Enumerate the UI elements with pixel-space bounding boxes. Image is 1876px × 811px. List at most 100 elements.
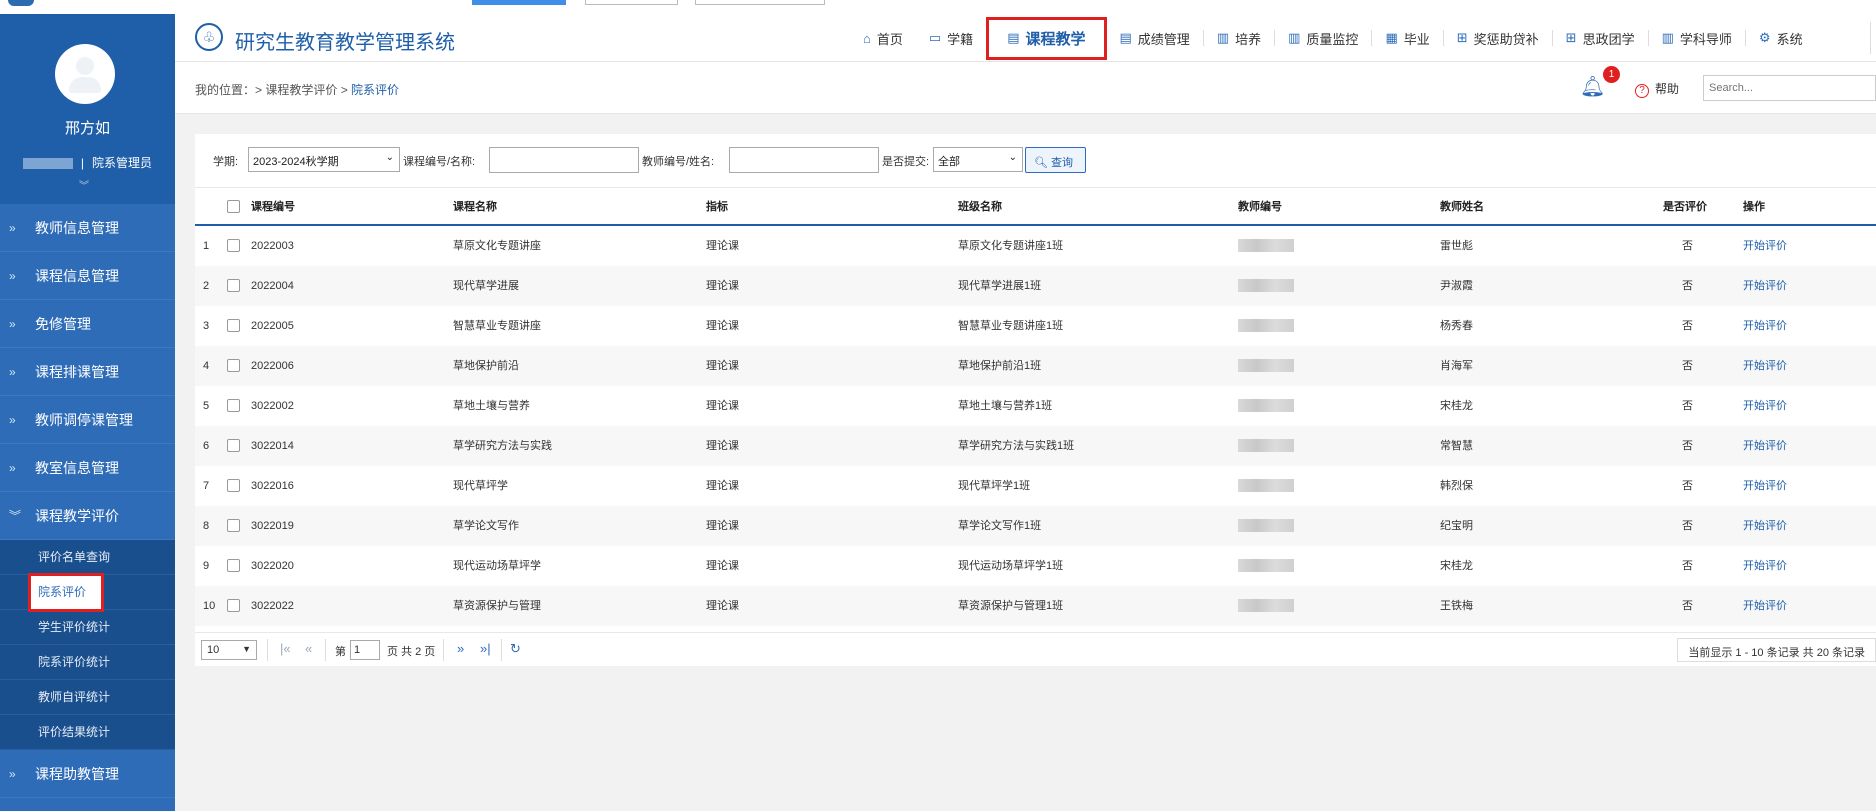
nav-home[interactable]: ⌂ 首页 bbox=[850, 14, 916, 62]
sidebar-item-exemption[interactable]: » 免修管理 bbox=[0, 300, 175, 348]
row-number: 1 bbox=[203, 240, 210, 252]
nav-system[interactable]: ⚙ 系统 bbox=[1746, 14, 1816, 62]
start-evaluation-link[interactable]: 开始评价 bbox=[1743, 306, 1787, 346]
sidebar-item-classroom[interactable]: » 教室信息管理 bbox=[0, 444, 175, 492]
page-size-select[interactable]: 10 ▼ bbox=[201, 640, 257, 660]
grid-icon: ⊞ bbox=[1456, 30, 1468, 45]
cell-class: 现代运动场草坪学1班 bbox=[958, 560, 1064, 572]
cell-class: 草学论文写作1班 bbox=[958, 520, 1042, 532]
user-role-line: | 院系管理员 bbox=[0, 154, 175, 171]
sidebar-item-class-adjust[interactable]: » 教师调停课管理 bbox=[0, 396, 175, 444]
course-input[interactable] bbox=[489, 147, 639, 173]
start-evaluation-link[interactable]: 开始评价 bbox=[1743, 226, 1787, 266]
redacted-teacher-id bbox=[1238, 439, 1294, 452]
start-evaluation-link[interactable]: 开始评价 bbox=[1743, 266, 1787, 306]
submenu-item-department-stats[interactable]: 院系评价统计 bbox=[0, 645, 175, 680]
query-button[interactable]: 🔍︎ 查询 bbox=[1025, 147, 1086, 173]
course-table: 课程编号 课程名称 指标 班级名称 教师编号 教师姓名 是否评价 操作 1 202… bbox=[195, 188, 1876, 626]
cell-class: 智慧草业专题讲座1班 bbox=[958, 320, 1064, 332]
next-page-icon[interactable]: » bbox=[457, 641, 464, 656]
cell-name: 现代草学进展 bbox=[453, 280, 519, 292]
cell-class: 草地土壤与营养1班 bbox=[958, 400, 1053, 412]
cell-code: 3022019 bbox=[251, 520, 294, 532]
nav-supervisors[interactable]: ▥ 学科导师 bbox=[1649, 14, 1745, 62]
term-select[interactable]: 2023-2024秋学期 ⌄ bbox=[248, 147, 400, 172]
row-checkbox[interactable] bbox=[227, 359, 240, 372]
bell-icon[interactable]: 🔔︎ bbox=[1580, 74, 1606, 100]
cell-code: 3022014 bbox=[251, 440, 294, 452]
cell-class: 现代草学进展1班 bbox=[958, 280, 1042, 292]
cell-code: 3022022 bbox=[251, 600, 294, 612]
cell-name: 草原文化专题讲座 bbox=[453, 240, 541, 252]
sidebar-item-teaching-assistant[interactable]: » 课程助教管理 bbox=[0, 750, 175, 798]
submenu-item-student-stats[interactable]: 学生评价统计 bbox=[0, 610, 175, 645]
nav-awards[interactable]: ⊞ 奖惩助贷补 bbox=[1444, 14, 1552, 62]
double-chevron-right-icon: » bbox=[9, 461, 16, 475]
select-all-checkbox[interactable] bbox=[227, 200, 240, 213]
table-row: 2 2022004 现代草学进展 理论课 现代草学进展1班 尹淑霞 否 开始评价 bbox=[195, 266, 1876, 306]
nav-quality[interactable]: ▥ 质量监控 bbox=[1275, 14, 1371, 62]
start-evaluation-link[interactable]: 开始评价 bbox=[1743, 506, 1787, 546]
row-checkbox[interactable] bbox=[227, 239, 240, 252]
redacted-user-id bbox=[22, 158, 73, 170]
start-evaluation-link[interactable]: 开始评价 bbox=[1743, 586, 1787, 626]
nav-course-teaching[interactable]: ▤ 课程教学 bbox=[986, 16, 1107, 60]
chevron-down-icon: ⌄ bbox=[385, 152, 394, 163]
course-label: 课程编号/名称: bbox=[403, 156, 476, 168]
help-link[interactable]: ? 帮助 bbox=[1635, 80, 1679, 98]
browser-tab[interactable] bbox=[695, 0, 825, 5]
start-evaluation-link[interactable]: 开始评价 bbox=[1743, 386, 1787, 426]
start-evaluation-link[interactable]: 开始评价 bbox=[1743, 426, 1787, 466]
browser-tab-active[interactable] bbox=[472, 0, 566, 5]
sidebar-item-course-info[interactable]: » 课程信息管理 bbox=[0, 252, 175, 300]
browser-tab[interactable] bbox=[585, 0, 678, 5]
row-checkbox[interactable] bbox=[227, 399, 240, 412]
redacted-teacher-id bbox=[1238, 559, 1294, 572]
row-checkbox[interactable] bbox=[227, 319, 240, 332]
submitted-label: 是否提交: bbox=[882, 156, 930, 168]
start-evaluation-link[interactable]: 开始评价 bbox=[1743, 466, 1787, 506]
redacted-teacher-id bbox=[1238, 519, 1294, 532]
sidebar-item-teacher-info[interactable]: » 教师信息管理 bbox=[0, 204, 175, 252]
row-checkbox[interactable] bbox=[227, 479, 240, 492]
sidebar-item-scheduling[interactable]: » 课程排课管理 bbox=[0, 348, 175, 396]
sidebar-item-teaching-evaluation[interactable]: ︾ 课程教学评价 bbox=[0, 492, 175, 540]
content-area: 学期: 2023-2024秋学期 ⌄ 课程编号/名称: 教师编号/姓名: 是否提交… bbox=[175, 114, 1876, 811]
sidebar-submenu: 评价名单查询 院系评价 学生评价统计 院系评价统计 教师自评统计 评价结果统计 bbox=[0, 540, 175, 750]
submenu-item-teacher-self-stats[interactable]: 教师自评统计 bbox=[0, 680, 175, 715]
teacher-label: 教师编号/姓名: bbox=[642, 156, 715, 168]
row-number: 3 bbox=[203, 320, 210, 332]
submenu-item-result-stats[interactable]: 评价结果统计 bbox=[0, 715, 175, 750]
first-page-icon[interactable]: |« bbox=[280, 641, 291, 656]
row-checkbox[interactable] bbox=[227, 439, 240, 452]
teacher-input[interactable] bbox=[729, 147, 879, 173]
nav-ideology[interactable]: ⊞ 思政团学 bbox=[1553, 14, 1648, 62]
nav-graduation[interactable]: ▦ 毕业 bbox=[1372, 14, 1442, 62]
prev-page-icon[interactable]: « bbox=[305, 641, 312, 656]
cell-evaluated: 否 bbox=[1682, 480, 1693, 492]
row-checkbox[interactable] bbox=[227, 519, 240, 532]
nav-training[interactable]: ▥ 培养 bbox=[1204, 14, 1274, 62]
search-input[interactable] bbox=[1703, 75, 1876, 101]
user-name: 邢方如 bbox=[64, 120, 110, 137]
breadcrumb: 我的位置：> 课程教学评价 > 院系评价 bbox=[195, 83, 400, 97]
submenu-item-department-evaluation[interactable]: 院系评价 bbox=[28, 573, 104, 612]
nav-grades[interactable]: ▤ 成绩管理 bbox=[1107, 14, 1203, 62]
last-page-icon[interactable]: »| bbox=[480, 641, 491, 656]
submitted-select[interactable]: 全部 ⌄ bbox=[933, 147, 1023, 172]
start-evaluation-link[interactable]: 开始评价 bbox=[1743, 346, 1787, 386]
term-label: 学期: bbox=[213, 156, 239, 168]
page-number-input[interactable]: 1 bbox=[350, 640, 380, 660]
cell-teacher: 宋桂龙 bbox=[1440, 400, 1473, 412]
refresh-icon[interactable]: ↻ bbox=[510, 641, 521, 657]
submenu-item-evaluation-list[interactable]: 评价名单查询 bbox=[0, 540, 175, 575]
start-evaluation-link[interactable]: 开始评价 bbox=[1743, 546, 1787, 586]
cell-name: 智慧草业专题讲座 bbox=[453, 320, 541, 332]
double-chevron-right-icon: » bbox=[9, 365, 16, 379]
chevron-down-icon[interactable]: ︾ bbox=[79, 177, 89, 192]
row-checkbox[interactable] bbox=[227, 559, 240, 572]
row-checkbox[interactable] bbox=[227, 279, 240, 292]
row-checkbox[interactable] bbox=[227, 599, 240, 612]
caret-down-icon: ▼ bbox=[242, 644, 251, 654]
nav-student-records[interactable]: ▭ 学籍 bbox=[916, 14, 986, 62]
